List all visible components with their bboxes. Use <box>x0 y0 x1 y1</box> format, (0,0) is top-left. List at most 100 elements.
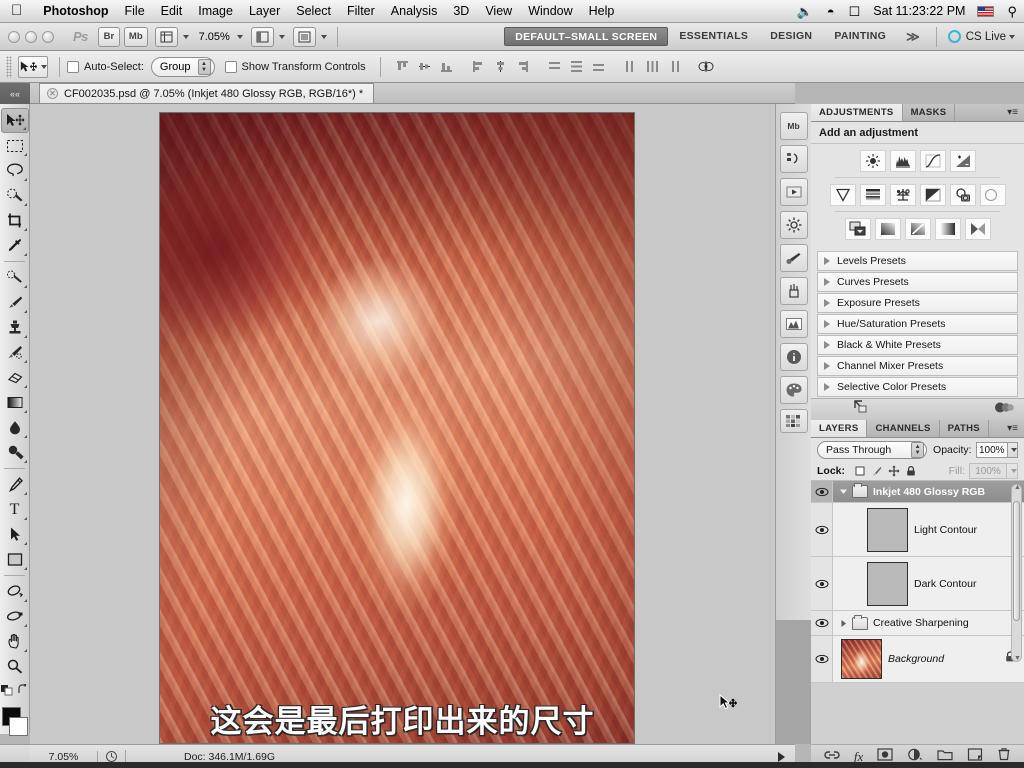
lock-transparent-pixels-icon[interactable] <box>851 463 868 478</box>
tool-menu-triangle-icon[interactable] <box>23 599 27 602</box>
layer-row-background[interactable]: Background <box>811 636 1024 683</box>
stepper-arrows-icon[interactable]: ▲ ▼ <box>197 58 211 75</box>
align-vertical-centers-button[interactable] <box>415 57 435 77</box>
disclosure-triangle-icon[interactable] <box>824 362 830 370</box>
spot-healing-brush-tool[interactable] <box>1 265 29 290</box>
disclosure-triangle-icon[interactable] <box>824 383 830 391</box>
layer-row-dark-contour[interactable]: Dark Contour <box>811 557 1024 611</box>
levels-icon[interactable] <box>889 150 916 172</box>
tool-menu-triangle-icon[interactable] <box>23 310 27 313</box>
path-selection-tool[interactable] <box>1 522 29 547</box>
preset-selective-color[interactable]: Selective Color Presets <box>817 377 1018 397</box>
preset-black-white[interactable]: Black & White Presets <box>817 335 1018 355</box>
opacity-dropdown-arrow-icon[interactable] <box>1008 441 1018 458</box>
clone-stamp-tool[interactable] <box>1 315 29 340</box>
menu-file[interactable]: File <box>117 0 153 23</box>
tab-paths[interactable]: PATHS <box>940 420 989 437</box>
type-tool[interactable]: T <box>1 497 29 522</box>
tab-adjustments[interactable]: ADJUSTMENTS <box>811 104 903 121</box>
actions-icon[interactable] <box>779 178 808 206</box>
search-icon[interactable]: ⚲ <box>1000 0 1024 23</box>
layer-visibility-toggle[interactable] <box>811 636 833 682</box>
menu-help[interactable]: Help <box>581 0 623 23</box>
chevron-down-icon[interactable] <box>1009 34 1015 39</box>
vibrance-icon[interactable] <box>829 184 856 206</box>
menu-layer[interactable]: Layer <box>241 0 288 23</box>
workspace-painting[interactable]: PAINTING <box>823 27 897 46</box>
tool-menu-triangle-icon[interactable] <box>23 492 27 495</box>
swap-colors-icon[interactable] <box>17 683 29 701</box>
dodge-tool[interactable] <box>1 440 29 465</box>
selective-color-icon[interactable] <box>964 218 991 240</box>
panel-menu-icon[interactable]: ▾≡ <box>1001 420 1024 437</box>
layer-row-light-contour[interactable]: Light Contour <box>811 503 1024 557</box>
swatches-icon[interactable] <box>779 409 808 433</box>
chevron-down-icon[interactable] <box>236 34 243 39</box>
menu-edit[interactable]: Edit <box>153 0 191 23</box>
rectangular-marquee-tool[interactable] <box>1 133 29 158</box>
distribute-vertical-centers-button[interactable] <box>567 57 587 77</box>
menu-select[interactable]: Select <box>288 0 339 23</box>
arrange-documents-icon[interactable] <box>292 26 316 47</box>
launch-mini-bridge-button[interactable]: Mb <box>123 26 148 47</box>
tool-menu-triangle-icon[interactable] <box>23 542 27 545</box>
tool-menu-triangle-icon[interactable] <box>23 567 27 570</box>
quick-selection-tool[interactable] <box>1 183 29 208</box>
preset-curves[interactable]: Curves Presets <box>817 272 1018 292</box>
gradient-map-icon[interactable] <box>934 218 961 240</box>
preset-hue-saturation[interactable]: Hue/Saturation Presets <box>817 314 1018 334</box>
history-icon[interactable] <box>779 145 808 173</box>
layer-row-inkjet-480-glossy-rgb[interactable]: Inkjet 480 Glossy RGB <box>811 481 1024 503</box>
disclosure-triangle-icon[interactable] <box>824 278 830 286</box>
disclosure-triangle-icon[interactable] <box>824 320 830 328</box>
zoom-tool[interactable] <box>1 654 29 679</box>
apple-logo-icon[interactable]:  <box>11 3 22 18</box>
disclosure-triangle-icon[interactable] <box>824 341 830 349</box>
distribute-right-edges-button[interactable] <box>665 57 685 77</box>
tool-menu-triangle-icon[interactable] <box>22 127 26 130</box>
exposure-icon[interactable] <box>949 150 976 172</box>
default-colors-icon[interactable] <box>0 683 14 701</box>
document-tab[interactable]: ✕ CF002035.psd @ 7.05% (Inkjet 480 Gloss… <box>39 83 375 103</box>
black-white-icon[interactable] <box>919 184 946 206</box>
tool-menu-triangle-icon[interactable] <box>23 178 27 181</box>
view-extras-icon[interactable] <box>154 26 178 47</box>
align-top-edges-button[interactable] <box>393 57 413 77</box>
chevron-down-icon[interactable] <box>41 64 47 69</box>
info-icon[interactable] <box>779 343 808 371</box>
lock-image-pixels-icon[interactable] <box>868 463 885 478</box>
menu-image[interactable]: Image <box>190 0 241 23</box>
panel-dock-toggle[interactable]: «« <box>0 83 30 104</box>
display-icon[interactable]: ☐ <box>842 0 868 23</box>
tool-menu-triangle-icon[interactable] <box>23 285 27 288</box>
menu-analysis[interactable]: Analysis <box>383 0 446 23</box>
tool-menu-triangle-icon[interactable] <box>23 517 27 520</box>
rectangle-shape-tool[interactable] <box>1 547 29 572</box>
brightness-contrast-icon[interactable] <box>859 150 886 172</box>
play-arrow-icon[interactable] <box>778 751 785 762</box>
chevron-down-icon[interactable] <box>320 34 327 39</box>
menu-filter[interactable]: Filter <box>339 0 383 23</box>
layer-thumbnail[interactable] <box>841 639 882 679</box>
3d-rotate-tool[interactable] <box>1 579 29 604</box>
fill-dropdown-arrow-icon[interactable] <box>1007 462 1018 479</box>
tool-menu-triangle-icon[interactable] <box>23 360 27 363</box>
tool-menu-triangle-icon[interactable] <box>23 435 27 438</box>
distribute-left-edges-button[interactable] <box>621 57 641 77</box>
screen-mode-icon[interactable] <box>250 26 274 47</box>
layer-visibility-toggle[interactable] <box>811 611 833 635</box>
distribute-top-edges-button[interactable] <box>545 57 565 77</box>
color-panel-icon[interactable] <box>779 376 808 404</box>
preset-exposure[interactable]: Exposure Presets <box>817 293 1018 313</box>
crop-tool[interactable] <box>1 208 29 233</box>
launch-bridge-button[interactable]: Br <box>97 26 120 47</box>
layer-row-creative-sharpening[interactable]: Creative Sharpening <box>811 611 1024 636</box>
histogram-icon[interactable] <box>779 310 808 338</box>
menu-view[interactable]: View <box>477 0 520 23</box>
delete-adjustment-icon[interactable] <box>994 401 1014 419</box>
lock-position-icon[interactable] <box>885 463 902 478</box>
preset-channel-mixer[interactable]: Channel Mixer Presets <box>817 356 1018 376</box>
tool-menu-triangle-icon[interactable] <box>23 153 27 156</box>
arrange-documents-menu[interactable] <box>291 26 327 47</box>
wifi-icon[interactable]: ◓ <box>820 0 842 23</box>
